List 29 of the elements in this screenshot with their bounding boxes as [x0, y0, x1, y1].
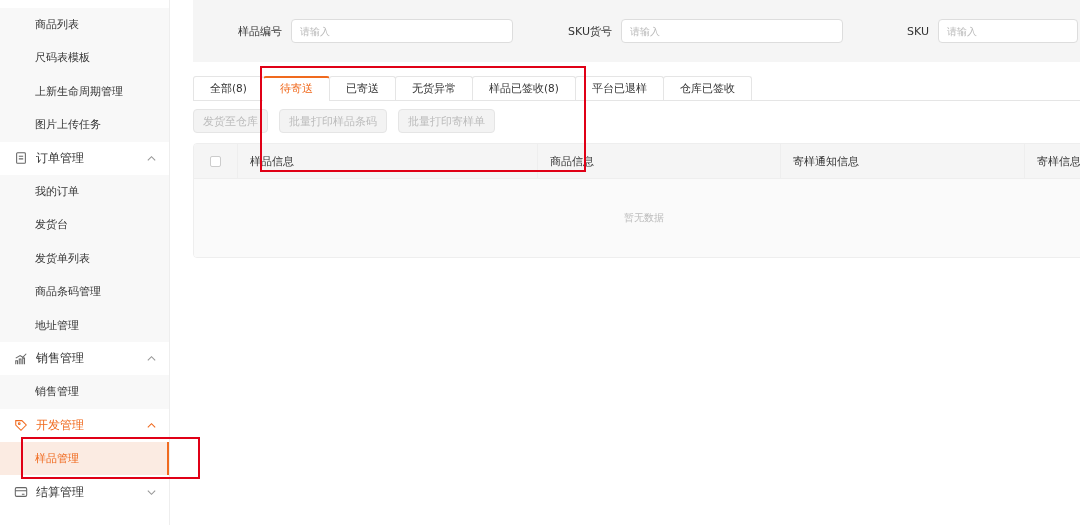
menu-item[interactable]: 地址管理	[0, 308, 169, 342]
document-icon	[14, 151, 28, 166]
column-header: 寄样通知信息	[781, 144, 1025, 178]
filter-label: 样品编号	[237, 23, 283, 39]
menu-group[interactable]: 结算管理	[0, 475, 169, 509]
checkbox[interactable]	[210, 155, 221, 167]
input-field[interactable]: 请输入	[291, 19, 513, 43]
menu-item[interactable]: 我的订单	[0, 174, 169, 209]
input-field[interactable]: 请输入	[621, 19, 843, 43]
menu-item[interactable]: 销售管理	[0, 375, 169, 409]
column-header: 寄样信息	[1024, 144, 1080, 178]
tab[interactable]: 仓库已签收	[662, 76, 752, 100]
menu-item[interactable]: 商品列表	[0, 8, 169, 42]
menu-item[interactable]: 发货单列表	[0, 241, 169, 276]
column-header: 样品信息	[238, 144, 538, 178]
bar-chart-icon	[14, 351, 28, 366]
menu-item[interactable]: 图片上传任务	[0, 108, 169, 142]
menu-item[interactable]: 上新生命周期管理	[0, 74, 169, 109]
menu-item[interactable]: 尺码表模板	[0, 41, 169, 75]
tag-icon	[14, 418, 28, 433]
filter-label: SKU货号	[567, 23, 613, 39]
menu-group[interactable]: 销售管理	[0, 341, 169, 376]
input-field[interactable]: 请输入	[938, 19, 1078, 43]
card-icon	[14, 485, 28, 500]
menu-group[interactable]: 订单管理	[0, 141, 169, 175]
menu-item[interactable]: 发货台	[0, 208, 169, 242]
tab[interactable]: 全部(8)	[193, 76, 264, 100]
menu-item[interactable]: 商品条码管理	[0, 275, 169, 309]
filter-label: SKU	[906, 24, 930, 38]
